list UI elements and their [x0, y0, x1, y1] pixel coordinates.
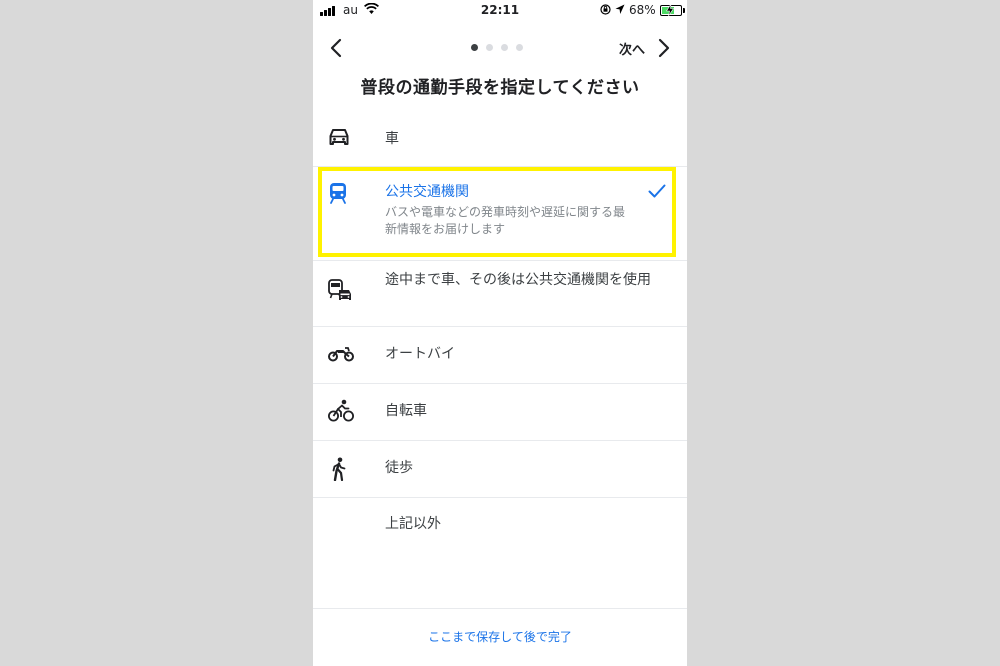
option-walking[interactable]: 徒歩: [313, 441, 687, 497]
car-icon: [329, 129, 349, 145]
option-park-and-ride[interactable]: 途中まで車、その後は公共交通機関を使用: [313, 261, 687, 325]
page-dot-3: [501, 44, 508, 51]
option-other[interactable]: 上記以外: [313, 498, 687, 554]
option-label: 途中まで車、その後は公共交通機関を使用: [385, 272, 651, 288]
page-indicator: [471, 44, 523, 52]
option-label: 上記以外: [385, 516, 441, 532]
option-label: オートバイ: [385, 346, 455, 362]
back-button[interactable]: [325, 35, 347, 61]
option-label: 車: [385, 131, 399, 147]
location-icon: [615, 4, 625, 14]
phone-screen: au 22:11 68% 次へ 普段の通勤手段を指定してください 車 公共交通機…: [313, 0, 687, 666]
selection-highlight-frame: [318, 167, 676, 257]
page-dot-1: [471, 44, 478, 51]
option-label: 徒歩: [385, 460, 413, 476]
option-bicycle[interactable]: 自転車: [313, 384, 687, 440]
walking-icon: [332, 457, 346, 481]
status-bar: au 22:11 68%: [313, 0, 687, 22]
option-motorcycle[interactable]: オートバイ: [313, 327, 687, 383]
orientation-lock-icon: [600, 4, 611, 15]
chevron-right-icon: [658, 38, 670, 58]
page-dot-4: [516, 44, 523, 51]
option-car[interactable]: 車: [313, 115, 687, 165]
page-title: 普段の通勤手段を指定してください: [360, 78, 640, 98]
next-label[interactable]: 次へ: [619, 39, 645, 58]
chevron-left-icon: [330, 38, 342, 58]
charging-bolt-icon: [666, 4, 674, 16]
bicycle-icon: [328, 399, 354, 422]
option-label: 自転車: [385, 403, 427, 419]
battery-charging-icon: [660, 4, 685, 16]
park-and-ride-icon: [328, 279, 351, 300]
page-dot-2: [486, 44, 493, 51]
motorcycle-icon: [328, 347, 354, 362]
battery-percent: 68%: [629, 3, 656, 17]
footer-divider: [313, 608, 687, 609]
next-button[interactable]: [653, 35, 675, 61]
save-and-finish-later-link[interactable]: ここまで保存して後で完了: [313, 628, 687, 645]
